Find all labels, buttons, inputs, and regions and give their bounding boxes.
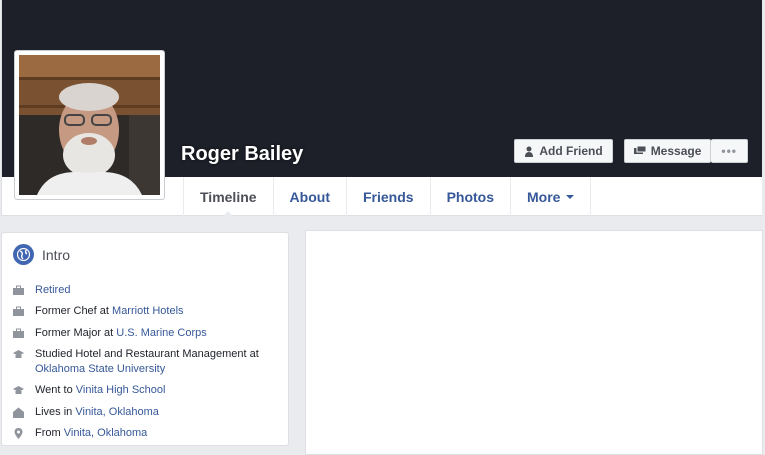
graduation-cap-icon <box>13 386 24 394</box>
intro-link[interactable]: U.S. Marine Corps <box>116 327 206 339</box>
tab-label: More <box>527 188 561 205</box>
intro-item-work: Former Major at U.S. Marine Corps <box>13 326 283 341</box>
intro-text: Former Chef at <box>35 305 113 317</box>
intro-item-retired: Retired <box>13 283 283 298</box>
tab-more[interactable]: More <box>511 177 592 216</box>
briefcase-icon <box>13 306 24 316</box>
briefcase-icon <box>13 328 24 338</box>
profile-name[interactable]: Roger Bailey <box>181 143 303 166</box>
message-icon <box>633 146 646 156</box>
intro-item-lives: Lives in Vinita, Oklahoma <box>13 405 283 420</box>
intro-item-work: Former Chef at Marriott Hotels <box>13 304 283 319</box>
intro-link[interactable]: Vinita, Oklahoma <box>75 406 159 418</box>
tab-timeline[interactable]: Timeline <box>183 177 274 217</box>
globe-icon <box>13 244 34 265</box>
tab-about[interactable]: About <box>274 177 347 216</box>
intro-list: Retired Former Chef at Marriott Hotels F… <box>13 283 283 441</box>
intro-text: Studied Hotel and Restaurant Management … <box>35 348 259 360</box>
intro-link[interactable]: Vinita High School <box>76 384 166 396</box>
add-friend-icon <box>524 146 534 157</box>
message-label: Message <box>650 144 702 158</box>
tab-label: About <box>289 188 330 205</box>
tab-label: Friends <box>362 188 414 205</box>
chevron-down-icon <box>566 194 575 199</box>
profile-actions: Add Friend Message ••• <box>514 139 748 163</box>
message-button-group: Message ••• <box>623 139 748 163</box>
graduation-cap-icon <box>13 350 24 358</box>
intro-text: Went to <box>35 384 76 396</box>
add-friend-button[interactable]: Add Friend <box>514 139 613 163</box>
intro-link[interactable]: Vinita, Oklahoma <box>64 427 148 439</box>
timeline-feed-panel <box>305 230 763 455</box>
location-pin-icon <box>14 428 23 439</box>
intro-text: Former Major at <box>35 327 117 339</box>
intro-item-education: Studied Hotel and Restaurant Management … <box>13 347 283 377</box>
intro-link[interactable]: Oklahoma State University <box>35 363 165 375</box>
house-icon <box>13 407 24 418</box>
intro-header: Intro <box>13 244 70 265</box>
intro-link[interactable]: Retired <box>35 284 70 296</box>
profile-picture-frame[interactable] <box>14 50 165 200</box>
briefcase-icon <box>13 285 24 295</box>
intro-text: Lives in <box>35 406 76 418</box>
tab-bar: Timeline About Friends Photos More <box>183 177 592 217</box>
more-options-button[interactable]: ••• <box>711 139 748 163</box>
intro-item-from: From Vinita, Oklahoma <box>13 426 283 441</box>
intro-link[interactable]: Marriott Hotels <box>112 305 184 317</box>
profile-picture[interactable] <box>19 55 160 195</box>
intro-card: Intro Retired Former Chef at Marriott Ho… <box>1 232 289 446</box>
tab-label: Timeline <box>200 188 257 205</box>
intro-title: Intro <box>42 246 71 263</box>
tab-label: Photos <box>446 188 495 205</box>
add-friend-label: Add Friend <box>539 144 603 158</box>
tab-friends[interactable]: Friends <box>347 177 431 216</box>
message-button[interactable]: Message <box>623 139 712 163</box>
intro-text: From <box>35 427 64 439</box>
intro-item-education: Went to Vinita High School <box>13 383 283 398</box>
tab-photos[interactable]: Photos <box>431 177 512 216</box>
